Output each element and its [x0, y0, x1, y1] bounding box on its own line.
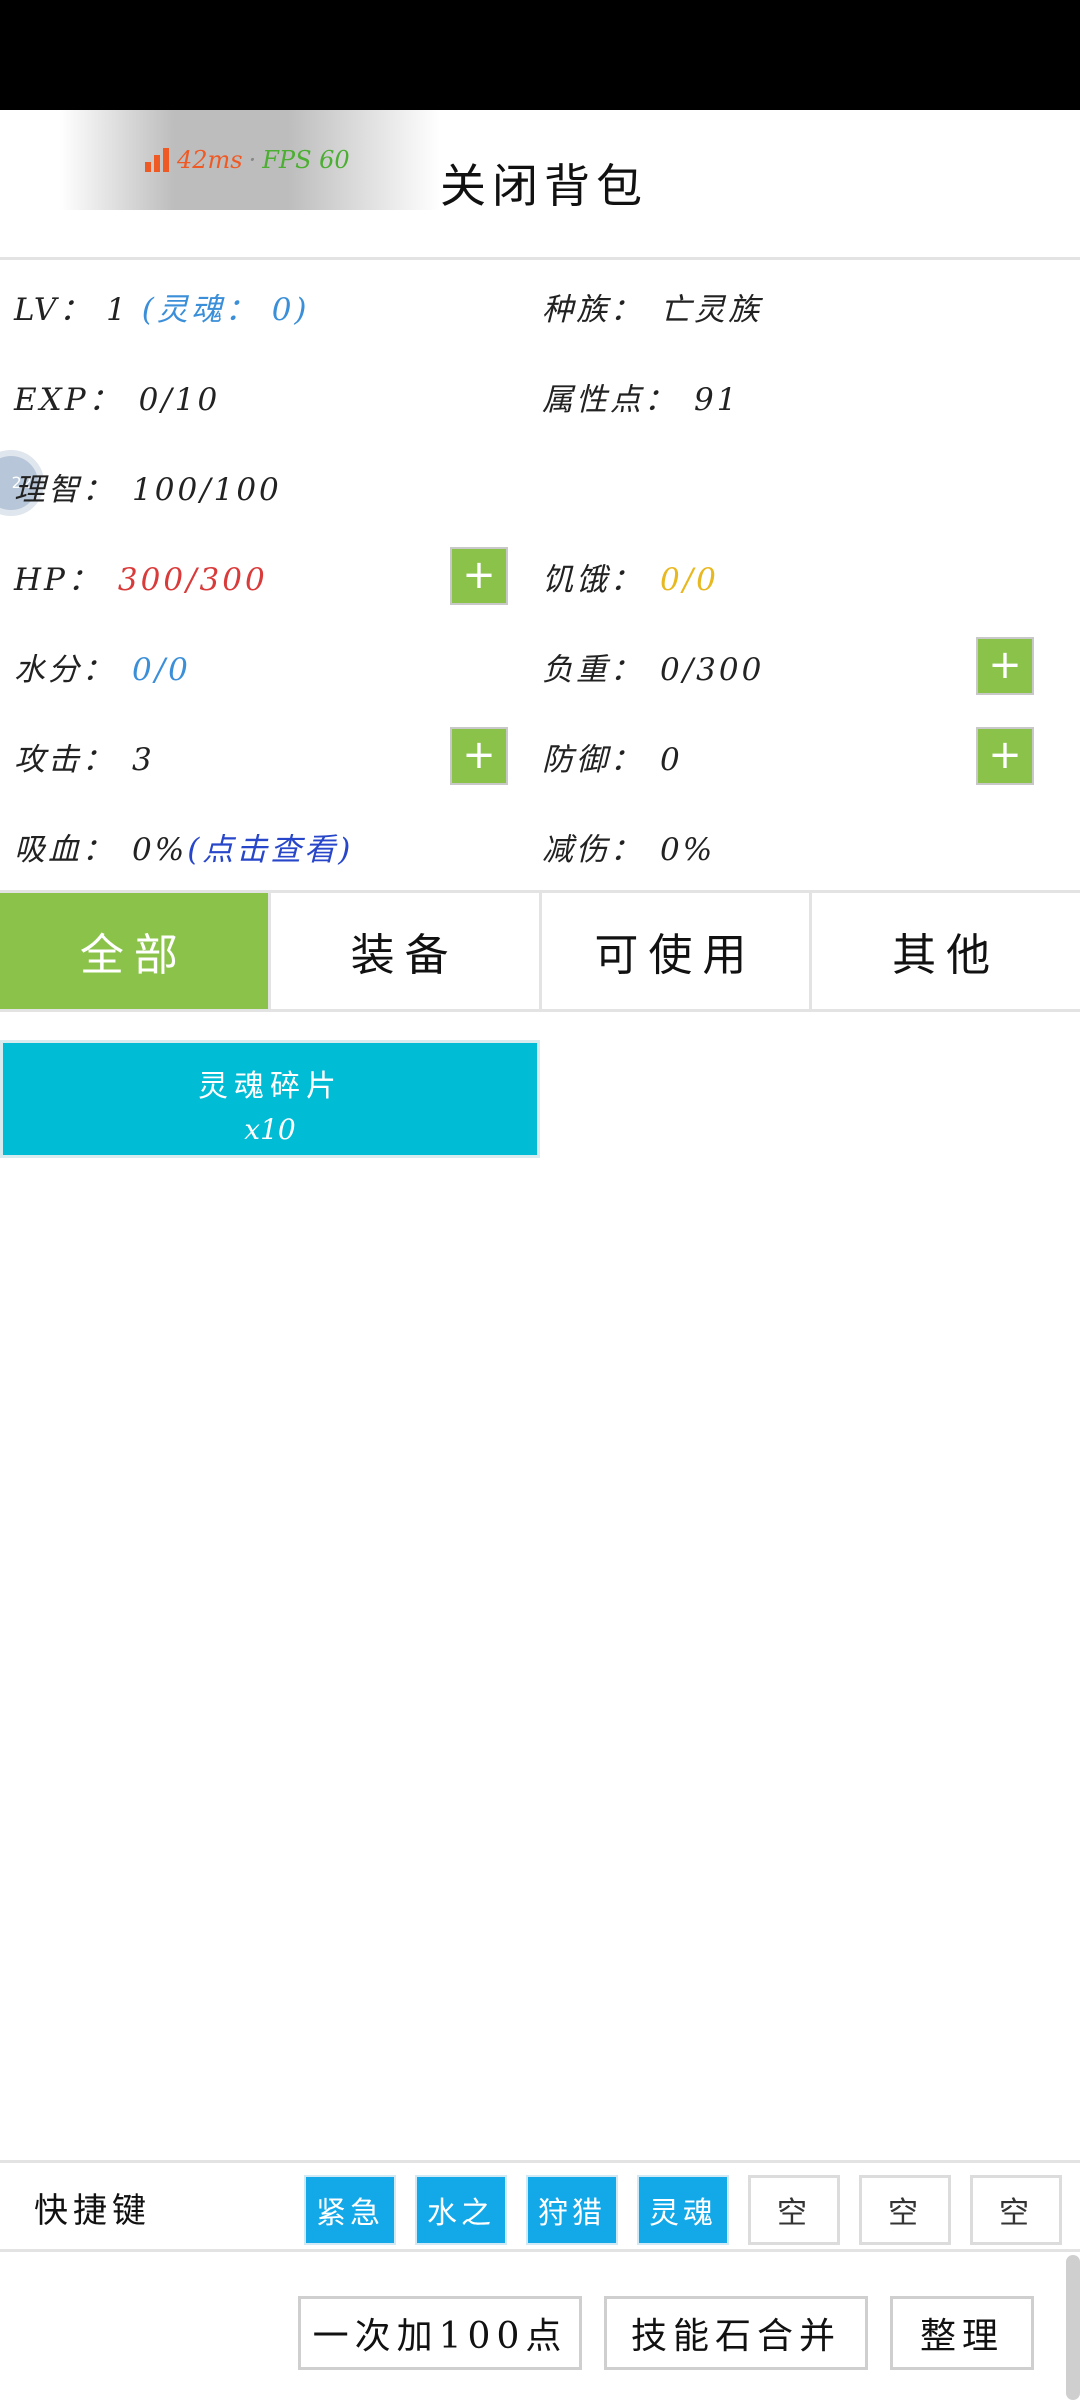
quick-slot-4[interactable]: 灵魂 [637, 2175, 729, 2245]
tab-all[interactable]: 全部 [0, 893, 271, 1009]
stat-damage-reduction-label: 减伤： [542, 832, 644, 868]
stat-attribute-points: 属性点： 91 [542, 374, 739, 419]
stat-lifesteal-label: 吸血： [14, 832, 116, 868]
stat-defense-value: 0 [660, 742, 683, 778]
inventory-item-count: x10 [244, 1113, 296, 1146]
ping-value: 42ms [177, 146, 243, 174]
lifesteal-details-link[interactable]: (点击查看) [187, 832, 353, 868]
sort-button[interactable]: 整理 [890, 2296, 1034, 2370]
stat-hunger-value: 0/0 [660, 562, 719, 598]
stat-hp: HP： 300/300 [14, 554, 268, 599]
stat-defense-label: 防御： [542, 742, 644, 778]
stat-attack-value: 3 [132, 742, 155, 778]
stat-sanity: 理智： 100/100 [14, 464, 282, 509]
quick-slots-bar: 快捷键 紧急 水之 狩猎 灵魂 空 空 空 [0, 2160, 1080, 2252]
hp-plus-button[interactable]: + [450, 547, 508, 605]
stat-load-label: 负重： [542, 652, 644, 688]
stat-sanity-value: 100/100 [132, 472, 282, 508]
quick-slots-label: 快捷键 [34, 2191, 151, 2231]
stat-lifesteal: 吸血： 0%(点击查看) [14, 824, 353, 869]
stat-attack-label: 攻击： [14, 742, 116, 778]
merge-skill-stone-button[interactable]: 技能石合并 [604, 2296, 868, 2370]
stat-soul-value: (灵魂： 0) [141, 292, 310, 328]
stat-damage-reduction-value: 0% [660, 832, 716, 868]
character-stats-panel: LV： 1 (灵魂： 0) 种族： 亡灵族 EXP： 0/10 属性点： 91 理智：… [0, 262, 1080, 887]
stat-damage-reduction: 减伤： 0% [542, 824, 715, 869]
stat-attack: 攻击： 3 [14, 734, 155, 779]
tab-equipment[interactable]: 装备 [271, 893, 542, 1009]
quick-slot-3[interactable]: 狩猎 [526, 2175, 618, 2245]
tab-other[interactable]: 其他 [812, 893, 1080, 1009]
tab-usable[interactable]: 可使用 [542, 893, 813, 1009]
fps-value: FPS 60 [262, 146, 350, 174]
inventory-item[interactable]: 灵魂碎片 x10 [0, 1040, 540, 1158]
stat-level-value: 1 [106, 292, 129, 328]
stat-hp-value: 300/300 [117, 562, 268, 598]
stat-race-label: 种族： [542, 292, 644, 328]
stat-level-label: LV： [14, 292, 94, 328]
bag-header: 42ms · FPS 60 关闭背包 [0, 110, 1080, 260]
inventory-item-name: 灵魂碎片 [198, 1069, 342, 1104]
quick-slot-6[interactable]: 空 [859, 2175, 951, 2245]
stat-hunger: 饥饿： 0/0 [542, 554, 719, 599]
quick-slot-5[interactable]: 空 [748, 2175, 840, 2245]
stat-race-value: 亡灵族 [660, 292, 762, 328]
stat-sanity-label: 理智： [14, 472, 116, 508]
system-status-bar [0, 0, 1080, 110]
badge-separator: · [248, 146, 257, 174]
stat-load: 负重： 0/300 [542, 644, 764, 689]
stat-lifesteal-value: 0% [132, 832, 188, 868]
stat-load-value: 0/300 [660, 652, 765, 688]
network-status-badge: 42ms · FPS 60 [60, 110, 440, 210]
quick-slot-1[interactable]: 紧急 [304, 2175, 396, 2245]
signal-bars-icon [145, 148, 169, 172]
defense-plus-button[interactable]: + [976, 727, 1034, 785]
stat-exp-label: EXP： [14, 382, 123, 418]
stat-water: 水分： 0/0 [14, 644, 191, 689]
stat-water-label: 水分： [14, 652, 116, 688]
quick-slot-2[interactable]: 水之 [415, 2175, 507, 2245]
stat-level: LV： 1 (灵魂： 0) [14, 284, 310, 329]
stat-water-value: 0/0 [132, 652, 191, 688]
stat-race: 种族： 亡灵族 [542, 284, 762, 329]
bag-category-tabs: 全部 装备 可使用 其他 [0, 890, 1080, 1012]
add-100-points-button[interactable]: 一次加100点 [298, 2296, 582, 2370]
quick-slot-7[interactable]: 空 [970, 2175, 1062, 2245]
stat-hunger-label: 饥饿： [542, 562, 644, 598]
stat-attribute-points-label: 属性点： [542, 382, 678, 418]
scrollbar-thumb[interactable] [1066, 2255, 1080, 2400]
load-plus-button[interactable]: + [976, 637, 1034, 695]
stat-hp-label: HP： [14, 562, 102, 598]
attack-plus-button[interactable]: + [450, 727, 508, 785]
stat-attribute-points-value: 91 [694, 382, 740, 418]
stat-defense: 防御： 0 [542, 734, 683, 779]
close-bag-button[interactable]: 关闭背包 [440, 150, 648, 216]
stat-exp-value: 0/10 [138, 382, 221, 418]
stat-exp: EXP： 0/10 [14, 374, 220, 419]
